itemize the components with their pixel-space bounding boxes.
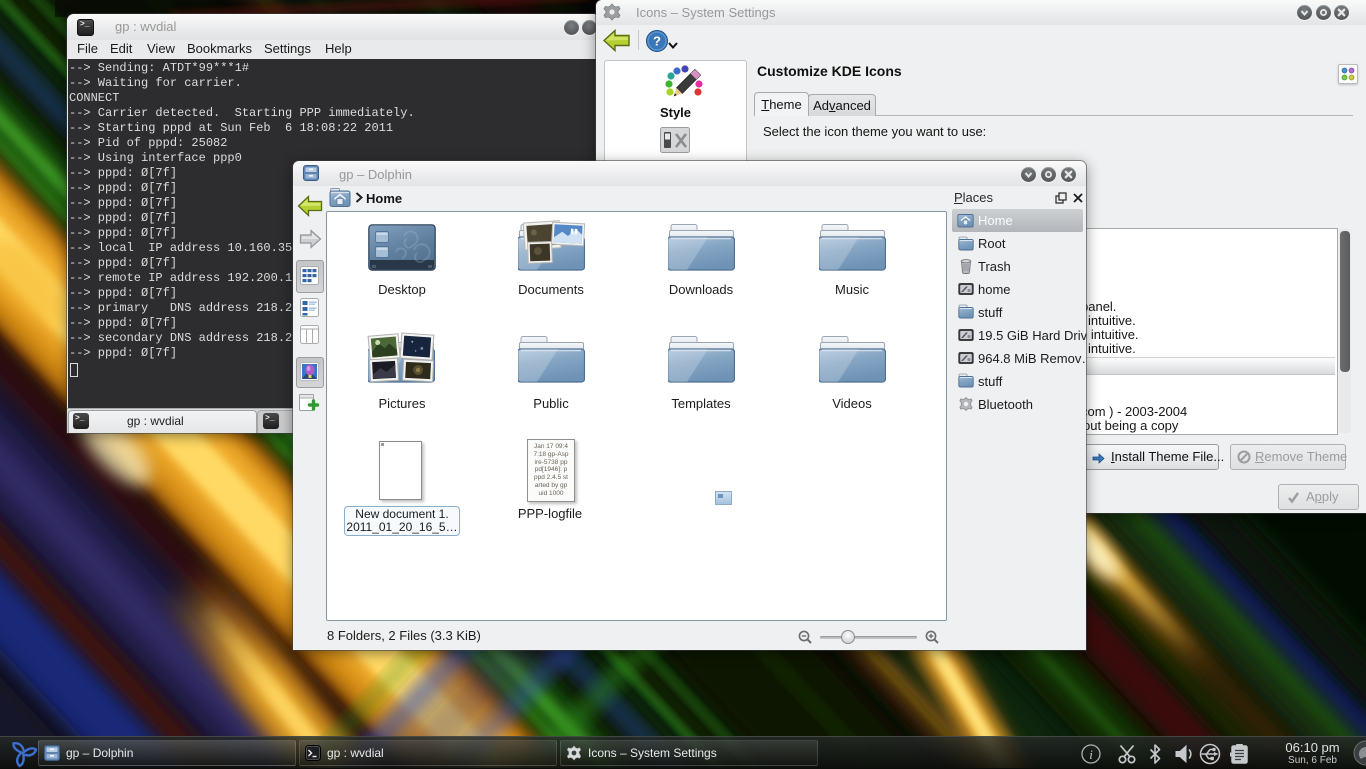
svg-text:?: ? [653,34,661,49]
svg-text:▮▮: ▮▮ [570,228,578,235]
svg-text:i: i [1089,747,1093,762]
